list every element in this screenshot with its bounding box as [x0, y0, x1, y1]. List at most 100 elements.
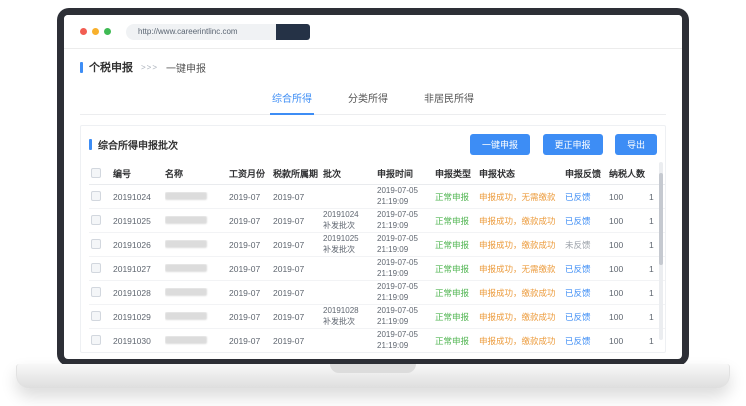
- breadcrumb-separator: >>>: [141, 63, 158, 72]
- table-row: 20191030 2019-07 2019-07 2019-07-0521:19…: [89, 329, 666, 353]
- cell-declare-status: 申报成功，缴款成功: [479, 335, 565, 347]
- cell-tax-period: 2019-07: [273, 288, 323, 298]
- col-header-salary-month: 工资月份: [229, 167, 273, 180]
- cell-declare-time: 2019-07-0521:19:09: [377, 258, 435, 279]
- col-header-batch: 批次: [323, 167, 377, 180]
- cell-name: [165, 336, 229, 346]
- cell-name: [165, 240, 229, 250]
- row-checkbox[interactable]: [91, 263, 101, 273]
- panel-accent-bar: [89, 139, 92, 150]
- cell-salary-month: 2019-07: [229, 336, 273, 346]
- redacted-name: [165, 312, 207, 320]
- cell-declare-time: 2019-07-0521:19:09: [377, 306, 435, 327]
- cell-declare-time: 2019-07-0521:19:09: [377, 234, 435, 255]
- cell-salary-month: 2019-07: [229, 264, 273, 274]
- cell-tax-period: 2019-07: [273, 312, 323, 322]
- laptop-base-notch: [330, 364, 416, 373]
- redacted-name: [165, 288, 207, 296]
- url-bar[interactable]: http://www.careerintlinc.com: [126, 24, 276, 40]
- tab-nonresident-income[interactable]: 非居民所得: [422, 81, 476, 114]
- cell-clipped: 1: [649, 192, 666, 202]
- breadcrumb-current: 一键申报: [166, 60, 206, 75]
- panel-title-text: 综合所得申报批次: [98, 137, 178, 152]
- vertical-scrollbar-thumb[interactable]: [659, 173, 663, 266]
- cell-salary-month: 2019-07: [229, 240, 273, 250]
- window-dot-maximize[interactable]: [104, 28, 111, 35]
- cell-clipped: 1: [649, 288, 666, 298]
- export-button[interactable]: 导出: [615, 134, 657, 155]
- url-bar-button[interactable]: [276, 24, 310, 40]
- cell-taxpayers: 100: [609, 312, 649, 322]
- cell-tax-period: 2019-07: [273, 192, 323, 202]
- cell-name: [165, 288, 229, 298]
- row-checkbox[interactable]: [91, 239, 101, 249]
- row-checkbox[interactable]: [91, 215, 101, 225]
- batch-table: 编号 名称 工资月份 税款所属期 批次 申报时间 申报类型 申报状态 申报反馈 …: [89, 163, 666, 353]
- cell-taxpayers: 100: [609, 192, 649, 202]
- cell-declare-type: 正常申报: [435, 239, 479, 251]
- cell-feedback: 已反馈: [565, 287, 609, 299]
- select-all-checkbox[interactable]: [91, 168, 101, 178]
- laptop-base: [16, 364, 730, 389]
- title-accent-bar: [80, 62, 83, 73]
- cell-name: [165, 264, 229, 274]
- window-dot-close[interactable]: [80, 28, 87, 35]
- panel-header: 综合所得申报批次 一键申报 更正申报 导出: [89, 134, 657, 155]
- panel-title: 综合所得申报批次: [89, 137, 178, 152]
- cell-declare-type: 正常申报: [435, 191, 479, 203]
- row-checkbox[interactable]: [91, 335, 101, 345]
- table-row: 20191029 2019-07 2019-07 20191028补发批次 20…: [89, 305, 666, 329]
- page-header: 个税申报 >>> 一键申报: [80, 59, 666, 75]
- cell-declare-time: 2019-07-0521:19:09: [377, 210, 435, 231]
- cell-id: 20191024: [113, 192, 165, 202]
- cell-declare-type: 正常申报: [435, 215, 479, 227]
- cell-batch: 20191025补发批次: [323, 234, 377, 255]
- cell-taxpayers: 100: [609, 336, 649, 346]
- cell-salary-month: 2019-07: [229, 312, 273, 322]
- col-header-tax-period: 税款所属期: [273, 167, 323, 180]
- cell-id: 20191030: [113, 336, 165, 346]
- browser-chrome: http://www.careerintlinc.com: [64, 15, 682, 49]
- col-header-feedback: 申报反馈: [565, 167, 609, 180]
- cell-clipped: 1: [649, 312, 666, 322]
- cell-feedback: 已反馈: [565, 215, 609, 227]
- window-dot-minimize[interactable]: [92, 28, 99, 35]
- tab-comprehensive-income[interactable]: 综合所得: [270, 81, 314, 115]
- redacted-name: [165, 336, 207, 344]
- page-content: 个税申报 >>> 一键申报 综合所得 分类所得 非居民所得 综合所得申报批次 一…: [64, 49, 682, 359]
- cell-batch: 20191028补发批次: [323, 306, 377, 327]
- cell-name: [165, 312, 229, 322]
- cell-name: [165, 192, 229, 202]
- col-header-taxpayers: 纳税人数: [609, 167, 649, 180]
- vertical-scrollbar[interactable]: [659, 162, 663, 340]
- row-checkbox[interactable]: [91, 287, 101, 297]
- redacted-name: [165, 216, 207, 224]
- batch-panel: 综合所得申报批次 一键申报 更正申报 导出 编号 名称 工资月份 税款所属期: [80, 125, 666, 353]
- tab-bar: 综合所得 分类所得 非居民所得: [80, 81, 666, 115]
- table-row: 20191026 2019-07 2019-07 20191025补发批次 20…: [89, 233, 666, 257]
- cell-declare-time: 2019-07-0521:19:09: [377, 186, 435, 207]
- cell-taxpayers: 100: [609, 264, 649, 274]
- table-row: 20191025 2019-07 2019-07 20191024补发批次 20…: [89, 209, 666, 233]
- cell-declare-status: 申报成功，缴款成功: [479, 215, 565, 227]
- one-click-declare-button[interactable]: 一键申报: [470, 134, 530, 155]
- cell-declare-type: 正常申报: [435, 287, 479, 299]
- cell-id: 20191027: [113, 264, 165, 274]
- cell-feedback: 未反馈: [565, 239, 609, 251]
- cell-tax-period: 2019-07: [273, 336, 323, 346]
- cell-declare-status: 申报成功，缴款成功: [479, 287, 565, 299]
- cell-declare-type: 正常申报: [435, 311, 479, 323]
- table-row: 20191027 2019-07 2019-07 2019-07-0521:19…: [89, 257, 666, 281]
- cell-batch: 20191024补发批次: [323, 210, 377, 231]
- cell-feedback: 已反馈: [565, 311, 609, 323]
- col-header-declare-time: 申报时间: [377, 167, 435, 180]
- cell-declare-status: 申报成功，无需缴款: [479, 263, 565, 275]
- cell-declare-type: 正常申报: [435, 335, 479, 347]
- cell-declare-status: 申报成功，缴款成功: [479, 311, 565, 323]
- redacted-name: [165, 240, 207, 248]
- tab-classified-income[interactable]: 分类所得: [346, 81, 390, 114]
- row-checkbox[interactable]: [91, 311, 101, 321]
- row-checkbox[interactable]: [91, 191, 101, 201]
- browser-window: http://www.careerintlinc.com 个税申报 >>> 一键…: [64, 15, 682, 359]
- correct-declare-button[interactable]: 更正申报: [543, 134, 603, 155]
